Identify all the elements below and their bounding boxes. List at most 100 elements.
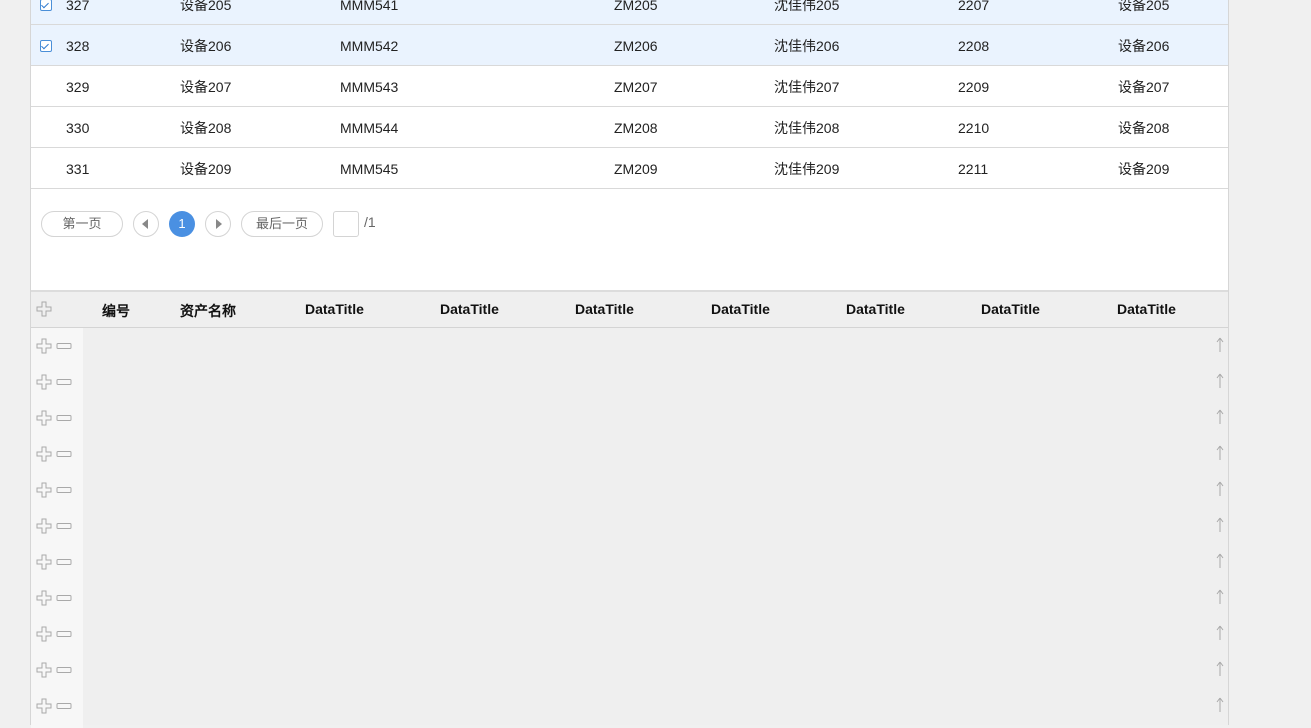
cell-number: 2210 (958, 120, 990, 136)
checkbox-checked-icon[interactable] (40, 0, 52, 11)
plus-icon[interactable] (36, 590, 52, 606)
grid-row[interactable] (31, 616, 1228, 652)
grid-row[interactable] (31, 472, 1228, 508)
last-page-button[interactable]: 最后一页 (241, 211, 323, 237)
arrow-up-icon[interactable] (1216, 553, 1224, 569)
plus-icon[interactable] (36, 698, 52, 714)
arrow-up-icon[interactable] (1216, 409, 1224, 425)
prev-page-button[interactable] (133, 211, 159, 237)
cell-zm: ZM208 (614, 120, 658, 136)
plus-icon[interactable] (36, 338, 52, 354)
minus-icon[interactable] (56, 594, 72, 602)
grid-row[interactable] (31, 400, 1228, 436)
cell-row-number: 331 (66, 161, 90, 177)
cell-number: 2208 (958, 38, 990, 54)
current-page-button[interactable]: 1 (169, 211, 195, 237)
minus-icon[interactable] (56, 450, 72, 458)
header-asset-name: 资产名称 (180, 303, 236, 319)
cell-person: 沈佳伟209 (774, 161, 840, 177)
triangle-left-icon (142, 219, 148, 229)
table-row[interactable]: 330 设备208 MMM544 ZM208 沈佳伟208 2210 设备208 (31, 107, 1228, 148)
cell-device: 设备206 (1118, 38, 1170, 54)
plus-icon[interactable] (36, 518, 52, 534)
cell-row-number: 328 (66, 38, 90, 54)
first-page-button[interactable]: 第一页 (41, 211, 123, 237)
arrow-up-icon[interactable] (1216, 697, 1224, 713)
table-row[interactable]: 331 设备209 MMM545 ZM209 沈佳伟209 2211 设备209 (31, 148, 1228, 189)
data-table: 327 设备205 MMM541 ZM205 沈佳伟205 2207 设备205 328 设备2… (31, 0, 1228, 290)
cell-code: MMM541 (340, 0, 399, 13)
minus-icon[interactable] (56, 522, 72, 530)
cell-code: MMM542 (340, 38, 399, 54)
minus-icon[interactable] (56, 342, 72, 350)
cell-asset-name: 设备208 (180, 120, 232, 136)
plus-icon[interactable] (36, 482, 52, 498)
plus-icon[interactable] (36, 410, 52, 426)
cell-person: 沈佳伟205 (774, 0, 840, 13)
cell-asset-name: 设备206 (180, 38, 232, 54)
plus-icon[interactable] (36, 626, 52, 642)
table-row[interactable]: 328 设备206 MMM542 ZM206 沈佳伟206 2208 设备206 (31, 25, 1228, 66)
cell-device: 设备207 (1118, 79, 1170, 95)
cell-row-number: 330 (66, 120, 90, 136)
header-datatitle: DataTitle (981, 301, 1040, 317)
plus-icon[interactable] (36, 662, 52, 678)
pagination: 第一页 1 最后一页 /1 (31, 211, 1228, 239)
arrow-up-icon[interactable] (1216, 445, 1224, 461)
cell-code: MMM543 (340, 79, 399, 95)
checkbox-checked-icon[interactable] (40, 40, 52, 52)
cell-person: 沈佳伟207 (774, 79, 840, 95)
header-datatitle: DataTitle (846, 301, 905, 317)
minus-icon[interactable] (56, 702, 72, 710)
grid-row[interactable] (31, 652, 1228, 688)
cell-device: 设备205 (1118, 0, 1170, 13)
cell-asset-name: 设备205 (180, 0, 232, 13)
cell-number: 2211 (958, 161, 989, 177)
page-total: /1 (364, 214, 376, 230)
minus-icon[interactable] (56, 666, 72, 674)
minus-icon[interactable] (56, 558, 72, 566)
grid-row[interactable] (31, 328, 1228, 364)
grid-row[interactable] (31, 580, 1228, 616)
grid-row[interactable] (31, 436, 1228, 472)
app-frame: 327 设备205 MMM541 ZM205 沈佳伟205 2207 设备205 328 设备2… (30, 0, 1229, 728)
add-row-plus-icon[interactable] (36, 301, 52, 317)
arrow-up-icon[interactable] (1216, 589, 1224, 605)
minus-icon[interactable] (56, 414, 72, 422)
arrow-up-icon[interactable] (1216, 517, 1224, 533)
grid-row[interactable] (31, 508, 1228, 544)
arrow-up-icon[interactable] (1216, 373, 1224, 389)
header-datatitle: DataTitle (440, 301, 499, 317)
arrow-up-icon[interactable] (1216, 481, 1224, 497)
grid-row[interactable] (31, 544, 1228, 580)
cell-person: 沈佳伟208 (774, 120, 840, 136)
table-row[interactable]: 329 设备207 MMM543 ZM207 沈佳伟207 2209 设备207 (31, 66, 1228, 107)
triangle-right-icon (216, 219, 222, 229)
header-datatitle: DataTitle (305, 301, 364, 317)
header-datatitle: DataTitle (575, 301, 634, 317)
cell-zm: ZM206 (614, 38, 658, 54)
grid-row[interactable] (31, 364, 1228, 400)
cell-row-number: 327 (66, 0, 90, 13)
plus-icon[interactable] (36, 554, 52, 570)
cell-number: 2207 (958, 0, 990, 13)
cell-asset-name: 设备207 (180, 79, 232, 95)
arrow-up-icon[interactable] (1216, 625, 1224, 641)
cell-device: 设备209 (1118, 161, 1170, 177)
grid-row[interactable] (31, 688, 1228, 724)
cell-number: 2209 (958, 79, 990, 95)
table-row[interactable]: 327 设备205 MMM541 ZM205 沈佳伟205 2207 设备205 (31, 0, 1228, 25)
next-page-button[interactable] (205, 211, 231, 237)
arrow-up-icon[interactable] (1216, 661, 1224, 677)
minus-icon[interactable] (56, 378, 72, 386)
cell-asset-name: 设备209 (180, 161, 232, 177)
cell-zm: ZM207 (614, 79, 658, 95)
arrow-up-icon[interactable] (1216, 337, 1224, 353)
cell-person: 沈佳伟206 (774, 38, 840, 54)
plus-icon[interactable] (36, 374, 52, 390)
minus-icon[interactable] (56, 486, 72, 494)
minus-icon[interactable] (56, 630, 72, 638)
page-number-input[interactable] (333, 211, 359, 237)
plus-icon[interactable] (36, 446, 52, 462)
header-datatitle: DataTitle (1117, 301, 1176, 317)
